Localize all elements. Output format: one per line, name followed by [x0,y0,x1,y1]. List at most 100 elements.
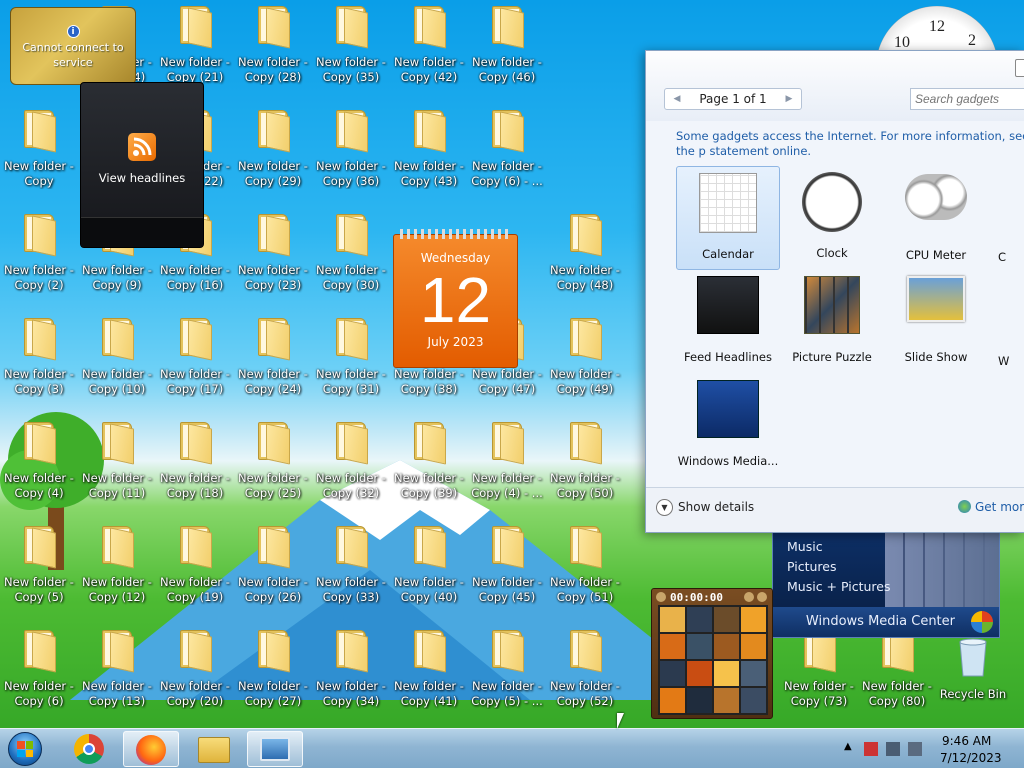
picture-puzzle-gadget[interactable]: 00:00:00 [651,588,773,719]
desktop-folder[interactable]: New folder - Copy (32) [314,420,388,520]
desktop-folder[interactable]: New folder - Copy (40) [392,524,466,624]
puzzle-tile[interactable] [660,634,685,659]
desktop-folder[interactable]: New folder - Copy (48) [548,212,622,312]
desktop-folder[interactable]: New folder - Copy (39) [392,420,466,520]
taskbar-chrome[interactable] [62,731,118,767]
view-headlines-label[interactable]: View headlines [81,171,203,185]
desktop-folder[interactable]: New folder - Copy (10) [80,316,154,416]
show-hidden-icons[interactable]: ▲ [844,741,852,752]
desktop-folder[interactable]: New folder - Copy (5) - ... [470,628,544,728]
desktop-folder[interactable]: New folder - Copy (20) [158,628,232,728]
taskbar-file-explorer[interactable] [186,731,242,767]
media-item-music-pictures[interactable]: Music + Pictures [773,577,999,597]
desktop-folder[interactable]: New folder - Copy (50) [548,420,622,520]
desktop-folder[interactable]: New folder - Copy (52) [548,628,622,728]
desktop-folder[interactable]: New folder - Copy (27) [236,628,310,728]
get-more-gadgets-link[interactable]: Get more gadg [958,500,1024,514]
tray-date[interactable]: 7/12/2023 [940,751,1002,765]
pager-next-icon[interactable]: ▶ [779,89,799,109]
desktop-folder[interactable]: New folder - Copy (25) [236,420,310,520]
puzzle-tile[interactable] [660,607,685,632]
puzzle-tile[interactable] [687,607,712,632]
puzzle-tile[interactable] [714,634,739,659]
feed-headlines-gadget[interactable]: View headlines [80,82,204,248]
desktop-folder[interactable]: New folder - Copy (41) [392,628,466,728]
gadget-gallery-window[interactable]: ◀ Page 1 of 1 ▶ Some gadgets access the … [645,50,1024,533]
puzzle-tile[interactable] [660,661,685,686]
gadget-item[interactable]: W [988,270,1024,374]
desktop-folder[interactable]: New folder - Copy (46) [470,4,544,104]
puzzle-tile[interactable] [714,688,739,713]
gadget-item[interactable]: Clock [780,166,884,270]
gadget-item[interactable]: Slide Show [884,270,988,374]
desktop-folder[interactable]: New folder - Copy (23) [236,212,310,312]
gadget-item[interactable]: Feed Headlines [676,270,780,374]
media-center-gadget[interactable]: Music Pictures Music + Pictures Windows … [772,530,1000,638]
puzzle-tile[interactable] [741,661,766,686]
desktop-folder[interactable]: New folder - Copy (80) [860,628,934,728]
desktop-folder[interactable]: New folder - Copy (42) [392,4,466,104]
action-center-icon[interactable] [864,742,878,756]
desktop-folder[interactable]: New folder - Copy (6) - ... [470,108,544,208]
search-gadgets-input[interactable] [910,88,1024,110]
start-button[interactable] [4,731,48,767]
puzzle-tile[interactable] [687,634,712,659]
desktop-folder[interactable]: New folder - Copy (12) [80,524,154,624]
puzzle-tile[interactable] [714,661,739,686]
gadget-item[interactable]: CPU Meter [884,166,988,270]
desktop-folder[interactable]: New folder - Copy (73) [782,628,856,728]
gadget-item[interactable]: Windows Media... [676,374,780,478]
desktop-folder[interactable]: New folder - Copy (18) [158,420,232,520]
show-details-button[interactable]: ▼ Show details [656,499,754,516]
tray-time[interactable]: 9:46 AM [942,734,991,748]
desktop-folder[interactable]: New folder - Copy (31) [314,316,388,416]
desktop-folder[interactable]: New folder - Copy (29) [236,108,310,208]
puzzle-tile[interactable] [687,661,712,686]
puzzle-tile[interactable] [741,688,766,713]
desktop-folder[interactable]: New folder - Copy (24) [236,316,310,416]
desktop-folder[interactable]: New folder - Copy (4) - ... [470,420,544,520]
puzzle-tile[interactable] [687,688,712,713]
clock-gadget[interactable]: 12 10 2 [874,6,1000,52]
desktop-folder[interactable]: New folder - Copy (45) [470,524,544,624]
desktop-folder[interactable]: New folder - Copy [2,108,76,208]
desktop-folder[interactable]: New folder - Copy (36) [314,108,388,208]
desktop-folder[interactable]: New folder - Copy (26) [236,524,310,624]
desktop-folder[interactable]: New folder - Copy (30) [314,212,388,312]
desktop-folder[interactable]: New folder - Copy (28) [236,4,310,104]
desktop-folder[interactable]: New folder - Copy (34) [314,628,388,728]
taskbar-gadgets[interactable] [247,731,303,767]
network-icon[interactable] [886,742,900,756]
desktop-folder[interactable]: New folder - Copy (2) [2,212,76,312]
puzzle-help-icon[interactable] [744,592,754,602]
desktop-folder[interactable]: New folder - Copy (35) [314,4,388,104]
desktop-folder[interactable]: New folder - Copy (13) [80,628,154,728]
desktop-folder[interactable]: New folder - Copy (17) [158,316,232,416]
desktop-folder[interactable]: New folder - Copy (4) [2,420,76,520]
puzzle-tile[interactable] [714,607,739,632]
taskbar-firefox[interactable] [123,731,179,767]
gallery-close-button[interactable] [1015,59,1024,77]
desktop-folder[interactable]: New folder - Copy (33) [314,524,388,624]
puzzle-grid[interactable] [658,605,768,715]
desktop-folder[interactable]: New folder - Copy (19) [158,524,232,624]
gadget-item[interactable]: Calendar [676,166,780,270]
desktop-folder[interactable]: New folder - Copy (11) [80,420,154,520]
desktop-folder[interactable]: New folder - Copy (5) [2,524,76,624]
puzzle-tile[interactable] [660,688,685,713]
calendar-gadget[interactable]: Wednesday 12 July 2023 [393,229,518,368]
desktop-folder[interactable]: New folder - Copy (49) [548,316,622,416]
media-item-music[interactable]: Music [773,537,999,557]
weather-gadget[interactable]: i Cannot connect to service [10,7,136,85]
desktop-folder[interactable]: New folder - Copy (3) [2,316,76,416]
media-item-pictures[interactable]: Pictures [773,557,999,577]
recycle-bin[interactable]: Recycle Bin [936,634,1010,734]
desktop-folder[interactable]: New folder - Copy (43) [392,108,466,208]
puzzle-shuffle-icon[interactable] [757,592,767,602]
gallery-pager[interactable]: ◀ Page 1 of 1 ▶ [664,88,802,110]
gadget-item[interactable]: Picture Puzzle [780,270,884,374]
gadget-item[interactable]: C [988,166,1024,270]
puzzle-tile[interactable] [741,607,766,632]
volume-muted-icon[interactable] [908,742,922,756]
internet-notice[interactable]: Some gadgets access the Internet. For mo… [676,129,1024,159]
